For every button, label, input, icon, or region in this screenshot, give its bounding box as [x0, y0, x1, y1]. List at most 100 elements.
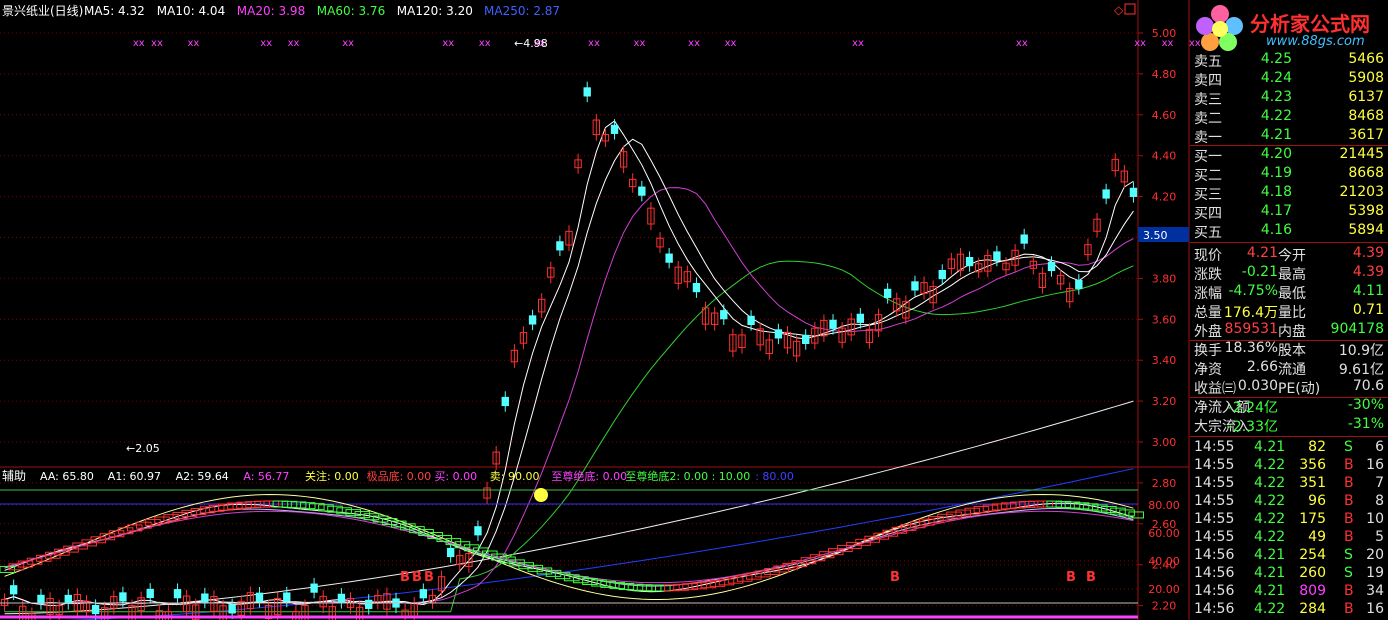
tick-time: 14:56	[1194, 583, 1235, 599]
candle-body	[1075, 279, 1083, 289]
order-volume: 5398	[1348, 203, 1384, 219]
price-tick-label: 4.80	[1152, 68, 1177, 81]
tick-row: 14:55 4.22 351 B 7	[1190, 475, 1388, 494]
stat-label-2: 最高	[1278, 267, 1306, 283]
stat-row: 换手 18.36% 股本 10.9亿	[1190, 340, 1388, 359]
order-book-row: 卖三 4.23 6137	[1190, 89, 1388, 108]
candle-body	[228, 604, 236, 614]
order-level-label: 买五	[1194, 225, 1222, 241]
sell-mark: xx	[1134, 38, 1146, 49]
kline-chart[interactable]: 辅助 AA: 65.80 A1: 60.97 A2: 59.64 A: 56.77 关注:…	[0, 0, 1388, 620]
tick-side: B	[1344, 493, 1354, 509]
low-annotation: ←2.05	[126, 442, 160, 455]
window-close-icon[interactable]	[1124, 3, 1136, 15]
stat-label: 收益㈢	[1194, 381, 1236, 397]
candle-body	[1020, 234, 1028, 244]
tick-volume: 356	[1299, 457, 1326, 473]
sell-mark: xx	[1016, 38, 1028, 49]
tick-volume: 809	[1299, 583, 1326, 599]
candle-body	[37, 594, 45, 604]
candle-body	[474, 526, 482, 536]
order-level-label: 买三	[1194, 187, 1222, 203]
candle-body	[310, 583, 318, 593]
indicator-legend-item: 买: 0.00	[434, 470, 477, 483]
candle-body	[883, 288, 892, 298]
buy-mark: B	[424, 570, 434, 585]
order-volume: 21445	[1339, 146, 1384, 162]
stat-label: 涨幅	[1194, 286, 1222, 302]
indicator-legend-item: 卖: 90.00	[490, 470, 540, 483]
tick-price: 4.22	[1254, 601, 1286, 617]
window-restore-icon[interactable]: ◇	[1114, 3, 1124, 17]
tick-count: 5	[1375, 529, 1384, 545]
tick-price: 4.22	[1254, 529, 1286, 545]
tick-volume: 96	[1308, 493, 1326, 509]
order-level-label: 卖二	[1194, 111, 1222, 127]
candle-body	[91, 604, 100, 615]
stat-label: 现价	[1194, 248, 1222, 264]
order-book-row: 买五 4.16 5894	[1190, 222, 1388, 241]
candle-body	[856, 313, 865, 323]
candle-body	[9, 585, 18, 595]
order-book-row: 买三 4.18 21203	[1190, 184, 1388, 203]
price-tick-label: 4.60	[1152, 109, 1177, 122]
buy-mark: B	[1066, 570, 1076, 585]
price-tick-label: 2.20	[1152, 600, 1177, 613]
sub-tick-label: 80.00	[1148, 499, 1180, 512]
stat-value-2: 0.71	[1352, 302, 1384, 318]
candle-body	[419, 589, 428, 599]
tick-count: 19	[1366, 565, 1384, 581]
ma120-line	[4, 400, 1134, 615]
tick-time: 14:55	[1194, 493, 1235, 509]
order-book-row: 买一 4.20 21445	[1190, 146, 1388, 165]
tick-count: 16	[1366, 457, 1384, 473]
candle-body	[365, 599, 373, 609]
order-price: 4.22	[1260, 108, 1292, 124]
candle-body	[993, 251, 1001, 261]
sell-mark: xx	[688, 38, 700, 49]
sell-mark: xx	[725, 38, 737, 49]
tick-price: 4.22	[1254, 511, 1286, 527]
buy-mark: B	[890, 570, 900, 585]
order-level-label: 卖五	[1194, 54, 1222, 70]
tick-count: 34	[1366, 583, 1384, 599]
tick-volume: 175	[1299, 511, 1326, 527]
sell-mark: xx	[288, 38, 300, 49]
tick-time: 14:55	[1194, 457, 1235, 473]
indicator-legend-item: A1: 60.97	[108, 470, 161, 483]
sell-mark: xx	[1162, 38, 1174, 49]
tick-price: 4.21	[1254, 565, 1286, 581]
stat-value: 18.36%	[1224, 340, 1278, 356]
tick-time: 14:56	[1194, 565, 1235, 581]
stat-label: 换手	[1194, 343, 1222, 359]
candle-body	[556, 241, 564, 251]
order-level-label: 买二	[1194, 168, 1222, 184]
price-tick-label: 3.40	[1152, 354, 1177, 367]
stat-label-2: 内盘	[1278, 324, 1306, 340]
tick-price: 4.22	[1254, 457, 1286, 473]
tick-count: 16	[1366, 601, 1384, 617]
ma-legend-item: MA250: 2.87	[484, 4, 560, 18]
candle-body	[829, 319, 837, 329]
indicator-legend-item: : 80.00	[755, 470, 794, 483]
stat-row: 收益㈢ 0.030 PE(动) 70.6	[1190, 378, 1388, 397]
candle-body	[528, 315, 537, 325]
stat-label-2: 量比	[1278, 305, 1306, 321]
tick-side: S	[1344, 439, 1353, 455]
tick-side: B	[1344, 583, 1354, 599]
candle-body	[802, 334, 810, 345]
separator	[1190, 242, 1388, 243]
tick-volume: 260	[1299, 565, 1326, 581]
stat-value: 859531	[1224, 321, 1278, 337]
indicator-legend-item: A: 56.77	[243, 470, 289, 483]
order-volume: 21203	[1339, 184, 1384, 200]
stat-value: -4.75%	[1228, 283, 1278, 299]
tick-volume: 82	[1308, 439, 1326, 455]
high-annotation: ←4.98	[514, 37, 548, 50]
order-book-row: 买四 4.17 5398	[1190, 203, 1388, 222]
tick-side: B	[1344, 511, 1354, 527]
tick-volume: 49	[1308, 529, 1326, 545]
candle-body	[665, 253, 673, 263]
candle-body	[583, 87, 591, 97]
tick-count: 10	[1366, 511, 1384, 527]
